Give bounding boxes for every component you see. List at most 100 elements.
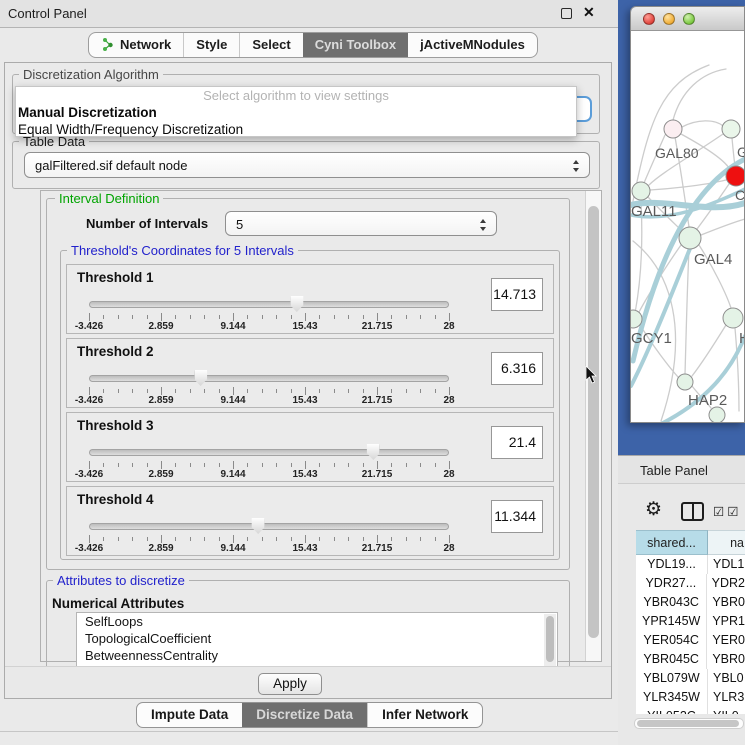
tick-mark: [132, 315, 133, 319]
network-node[interactable]: [677, 374, 693, 390]
table-row[interactable]: YER054CYER0: [636, 631, 745, 650]
tick-mark: [247, 463, 248, 467]
tick-mark: [89, 387, 90, 395]
select-checkboxes-icon[interactable]: ☑☑: [713, 504, 741, 519]
tab-label: Style: [196, 37, 227, 57]
mac-window-titlebar[interactable]: [631, 7, 744, 31]
tick-mark: [391, 463, 392, 467]
slider-thumb[interactable]: [367, 444, 380, 460]
slider-thumb[interactable]: [194, 370, 207, 386]
network-edge: [685, 249, 689, 374]
bottom-tab-bar: Impute Data Discretize Data Infer Networ…: [136, 702, 483, 728]
tick-mark: [305, 313, 306, 321]
network-node[interactable]: [664, 120, 682, 138]
float-window-icon[interactable]: [561, 8, 572, 19]
slider-thumb[interactable]: [290, 296, 303, 312]
table-row[interactable]: YBL079WYBL0: [636, 669, 745, 688]
tick-mark: [449, 387, 450, 395]
tick-mark: [219, 315, 220, 319]
tick-mark: [420, 537, 421, 541]
dropdown-hint-item[interactable]: Select algorithm to view settings: [16, 87, 576, 104]
network-node[interactable]: [709, 407, 725, 423]
tick-mark: [175, 315, 176, 319]
table-row[interactable]: YDR27...YDR2: [636, 574, 745, 593]
tab-discretize-data[interactable]: Discretize Data: [242, 703, 367, 727]
slider-track[interactable]: [89, 449, 449, 456]
table-row[interactable]: YLR345WYLR3: [636, 688, 745, 707]
list-scrollbar[interactable]: [544, 614, 556, 667]
columns-icon[interactable]: [681, 502, 704, 521]
tab-cyni-toolbox[interactable]: Cyni Toolbox: [303, 33, 408, 57]
table-row[interactable]: YDL19...YDL1: [636, 555, 745, 574]
cell-name: YDL1: [708, 555, 745, 574]
vertical-scrollbar[interactable]: [585, 191, 601, 661]
tab-infer-network[interactable]: Infer Network: [367, 703, 482, 727]
table-row[interactable]: YIL052CYIL0: [636, 707, 745, 714]
close-traffic-light[interactable]: [643, 13, 655, 25]
tab-network[interactable]: Network: [89, 33, 183, 57]
node-label: GCY1: [631, 330, 672, 347]
threshold-value-field[interactable]: 14.713: [491, 278, 543, 311]
gear-icon[interactable]: ⚙: [645, 498, 662, 521]
column-header-name[interactable]: na: [708, 530, 745, 555]
threshold-slider[interactable]: -3.4262.8599.14415.4321.71528: [89, 441, 449, 481]
numerical-attributes-list[interactable]: SelfLoopsTopologicalCoefficientBetweenne…: [76, 612, 558, 668]
tab-select[interactable]: Select: [239, 33, 302, 57]
threshold-value-field[interactable]: 11.344: [491, 500, 543, 533]
table-panel-titlebar: Table Panel: [618, 455, 745, 484]
dropdown-option-equal-width[interactable]: Equal Width/Frequency Discretization: [16, 121, 576, 138]
network-canvas[interactable]: GAL80GACGAL11GAL4GCY1HHAP2: [631, 31, 745, 423]
panel-title: Control Panel: [8, 6, 87, 21]
tick-mark: [276, 389, 277, 393]
tick-mark: [204, 463, 205, 467]
tick-mark: [147, 463, 148, 467]
table-rows: YDL19...YDL1YDR27...YDR2YBR043CYBR0YPR14…: [636, 555, 745, 714]
tick-mark: [420, 389, 421, 393]
network-node[interactable]: [722, 120, 740, 138]
close-icon[interactable]: ✕: [583, 4, 595, 21]
tab-jactivemnodules[interactable]: jActiveMNodules: [408, 33, 537, 57]
tick-mark: [406, 315, 407, 319]
threshold-slider[interactable]: -3.4262.8599.14415.4321.71528: [89, 515, 449, 555]
column-header-shared-name[interactable]: shared...: [636, 530, 708, 555]
scrollbar-thumb[interactable]: [546, 616, 554, 662]
attribute-list-item[interactable]: SelfLoops: [77, 613, 557, 630]
attribute-list-item[interactable]: BetweennessCentrality: [77, 647, 557, 664]
scrollbar-thumb[interactable]: [588, 206, 599, 638]
threshold-value-field[interactable]: 6.316: [491, 352, 543, 385]
apply-button[interactable]: Apply: [258, 673, 322, 695]
table-row[interactable]: YPR145WYPR1: [636, 612, 745, 631]
minimize-traffic-light[interactable]: [663, 13, 675, 25]
tick-mark: [391, 389, 392, 393]
slider-track[interactable]: [89, 301, 449, 308]
network-edge: [639, 245, 681, 312]
tab-style[interactable]: Style: [183, 33, 239, 57]
network-node[interactable]: [723, 308, 743, 328]
table-row[interactable]: YBR045CYBR0: [636, 650, 745, 669]
network-node[interactable]: [632, 182, 650, 200]
threshold-value-field[interactable]: 21.4: [491, 426, 543, 459]
slider-ticks: [89, 312, 449, 321]
network-node[interactable]: [726, 166, 745, 186]
tick-mark: [334, 315, 335, 319]
zoom-traffic-light[interactable]: [683, 13, 695, 25]
threshold-slider[interactable]: -3.4262.8599.14415.4321.71528: [89, 367, 449, 407]
number-of-intervals-label: Number of Intervals: [86, 216, 208, 231]
attribute-list-item[interactable]: TopologicalCoefficient: [77, 630, 557, 647]
table-data-combobox[interactable]: galFiltered.sif default node: [24, 152, 590, 178]
cell-name: YDR2: [707, 574, 745, 593]
tab-impute-data[interactable]: Impute Data: [137, 703, 242, 727]
slider-thumb[interactable]: [252, 518, 265, 534]
threshold-slider[interactable]: -3.4262.8599.14415.4321.71528: [89, 293, 449, 333]
horizontal-scrollbar[interactable]: [634, 718, 744, 729]
node-label: GAL80: [655, 145, 699, 161]
scrollbar-thumb[interactable]: [637, 720, 739, 727]
slider-tick-labels: -3.4262.8599.14415.4321.71528: [89, 543, 449, 555]
slider-track[interactable]: [89, 375, 449, 382]
slider-track[interactable]: [89, 523, 449, 530]
dropdown-option-manual[interactable]: Manual Discretization: [16, 104, 576, 121]
number-of-intervals-combobox[interactable]: 5: [225, 211, 497, 236]
table-row[interactable]: YBR043CYBR0: [636, 593, 745, 612]
tick-label: 21.715: [362, 395, 393, 406]
network-node[interactable]: [679, 227, 701, 249]
